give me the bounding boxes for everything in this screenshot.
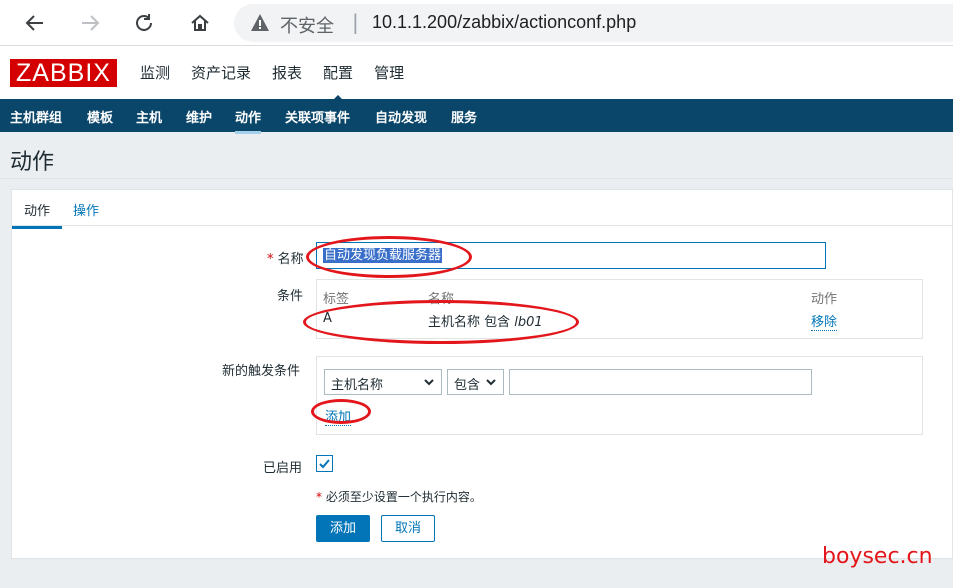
- conditions-label: 条件: [277, 289, 304, 304]
- conditions-table: 标签 名称 动作 A 主机名称 包含 lb01 移除: [316, 279, 923, 339]
- subnav-services[interactable]: 服务: [451, 107, 477, 126]
- subnav-discovery[interactable]: 自动发现: [375, 107, 427, 126]
- check-icon: [319, 459, 330, 469]
- subnav-hosts[interactable]: 主机: [136, 107, 162, 126]
- required-mark: *: [267, 252, 274, 267]
- zabbix-logo[interactable]: ZABBIX: [10, 59, 117, 87]
- back-icon[interactable]: [20, 8, 50, 38]
- new-condition-label: 新的触发条件: [222, 364, 301, 379]
- enabled-checkbox[interactable]: [316, 455, 333, 472]
- name-label-text: 名称: [277, 252, 304, 267]
- name-field[interactable]: 自动发现负载服务器: [316, 242, 826, 269]
- add-condition-link[interactable]: 添加: [325, 406, 352, 426]
- chevron-down-icon: [485, 376, 497, 392]
- address-separator: |: [352, 10, 359, 34]
- subnav-actions[interactable]: 动作: [235, 107, 262, 134]
- watermark: boysec.cn: [822, 544, 933, 569]
- main-menu: 监测 资产记录 报表 配置 管理: [140, 62, 425, 103]
- tab-action[interactable]: 动作: [12, 200, 63, 229]
- operator-value: 包含: [454, 378, 481, 393]
- top-header: ZABBIX 监测 资产记录 报表 配置 管理: [0, 46, 953, 103]
- url-text[interactable]: 10.1.1.200/zabbix/actionconf.php: [372, 12, 636, 33]
- chevron-down-icon: [423, 376, 435, 392]
- name-field-value: 自动发现负载服务器: [323, 248, 443, 263]
- home-icon[interactable]: [185, 8, 215, 38]
- add-button[interactable]: 添加: [316, 515, 370, 542]
- menu-monitoring[interactable]: 监测: [140, 62, 170, 83]
- condition-remove-link[interactable]: 移除: [811, 311, 838, 331]
- condition-row-name: 主机名称 包含 lb01: [428, 311, 543, 330]
- note-required-mark: *: [316, 490, 322, 504]
- subnav-host-groups[interactable]: 主机群组: [10, 107, 62, 126]
- tab-operations[interactable]: 操作: [73, 200, 99, 219]
- browser-toolbar: 不安全 | 10.1.1.200/zabbix/actionconf.php: [0, 0, 953, 46]
- name-label: * 名称: [267, 248, 304, 267]
- enabled-label: 已启用: [263, 461, 303, 476]
- address-bar[interactable]: 不安全 | 10.1.1.200/zabbix/actionconf.php: [234, 4, 953, 42]
- new-condition-box: 主机名称 包含 添加: [316, 356, 923, 435]
- warning-icon: [250, 13, 270, 36]
- condition-type-select[interactable]: 主机名称: [324, 369, 442, 395]
- conditions-header-action: 动作: [811, 292, 838, 307]
- operator-select[interactable]: 包含: [447, 369, 504, 395]
- reload-icon[interactable]: [129, 8, 159, 38]
- cancel-button[interactable]: 取消: [381, 515, 435, 542]
- action-form-card: 动作 操作 * 名称 自动发现负载服务器 条件 标签 名称 动作 A 主机名称 …: [11, 189, 953, 559]
- note-text: 必须至少设置一个执行内容。: [325, 490, 482, 504]
- condition-row-label: A: [323, 311, 332, 326]
- insecure-label: 不安全: [280, 16, 334, 37]
- condition-row-name-value: lb01: [514, 315, 543, 330]
- title-divider: [0, 178, 953, 179]
- menu-administration[interactable]: 管理: [374, 62, 404, 83]
- forward-icon[interactable]: [75, 8, 105, 38]
- sub-nav: 主机群组 模板 主机 维护 动作 关联项事件 自动发现 服务: [0, 99, 953, 134]
- condition-row-name-prefix: 主机名称 包含: [428, 315, 515, 330]
- form-tabs: 动作 操作: [12, 190, 953, 229]
- conditions-header-label: 标签: [323, 292, 350, 307]
- subnav-event-correlation[interactable]: 关联项事件: [285, 107, 350, 126]
- subnav-templates[interactable]: 模板: [87, 107, 113, 126]
- required-note: * 必须至少设置一个执行内容。: [316, 488, 482, 505]
- menu-configuration[interactable]: 配置: [323, 62, 353, 103]
- condition-value-input[interactable]: [509, 369, 812, 395]
- menu-inventory[interactable]: 资产记录: [191, 62, 251, 83]
- menu-reports[interactable]: 报表: [272, 62, 302, 83]
- condition-type-value: 主机名称: [331, 378, 384, 393]
- conditions-header-name: 名称: [428, 292, 455, 307]
- subnav-maintenance[interactable]: 维护: [186, 107, 212, 126]
- page-title: 动作: [10, 150, 55, 175]
